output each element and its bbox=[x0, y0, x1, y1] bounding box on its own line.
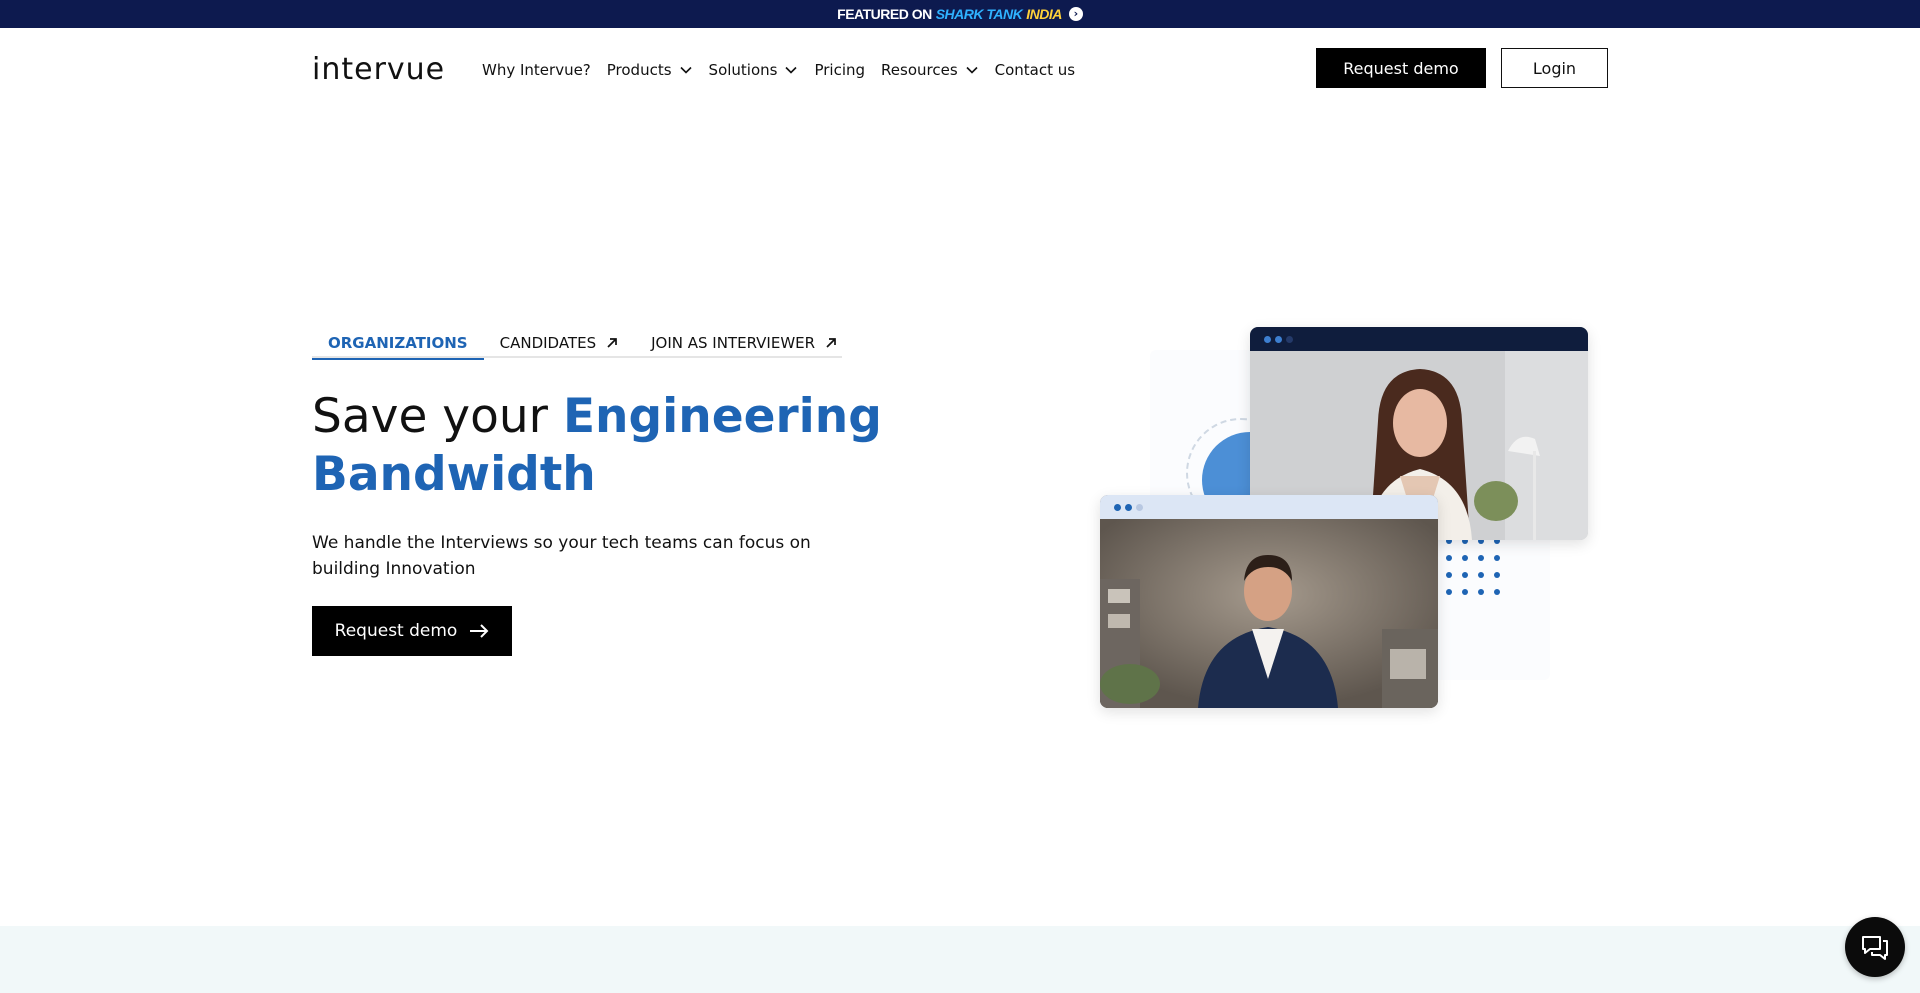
shark-tank-banner[interactable]: FEATURED ON SHARK TANK INDIA › bbox=[0, 0, 1920, 28]
intervue-logo[interactable]: intervue bbox=[312, 51, 446, 87]
nav-label: Solutions bbox=[708, 61, 778, 79]
tab-organizations[interactable]: ORGANIZATIONS bbox=[312, 328, 484, 360]
tab-candidates[interactable]: CANDIDATES bbox=[484, 328, 635, 358]
request-demo-button-hero[interactable]: Request demo bbox=[312, 606, 512, 656]
main-nav: Why Intervue? Products Solutions Pricing… bbox=[482, 58, 1091, 82]
arrow-up-right-icon bbox=[607, 338, 617, 348]
chat-bubbles-icon bbox=[1862, 936, 1888, 960]
chevron-down-icon bbox=[785, 66, 798, 74]
nav-label: Contact us bbox=[994, 61, 1076, 79]
tab-label: JOIN AS INTERVIEWER bbox=[651, 334, 816, 352]
hero-title-plain: Save your bbox=[312, 389, 563, 444]
window-titlebar bbox=[1250, 327, 1588, 351]
tab-join-as-interviewer[interactable]: JOIN AS INTERVIEWER bbox=[635, 328, 854, 358]
cta-label: Request demo bbox=[334, 621, 458, 641]
next-section-band bbox=[0, 926, 1920, 993]
hero-subtitle: We handle the Interviews so your tech te… bbox=[312, 533, 811, 579]
logo-text: intervue bbox=[312, 51, 446, 87]
window-titlebar bbox=[1100, 495, 1438, 519]
hero-title: Save your Engineering Bandwidth bbox=[312, 388, 892, 504]
video-window-candidate bbox=[1100, 495, 1438, 708]
man-video-image bbox=[1100, 519, 1438, 708]
chevron-down-icon bbox=[679, 66, 692, 74]
login-button[interactable]: Login bbox=[1501, 48, 1608, 88]
hero-illustration bbox=[1090, 320, 1610, 720]
chat-launcher-button[interactable] bbox=[1845, 917, 1905, 977]
nav-label: Why Intervue? bbox=[482, 61, 591, 79]
nav-products[interactable]: Products bbox=[607, 61, 693, 79]
arrow-up-right-icon bbox=[826, 338, 836, 348]
nav-resources[interactable]: Resources bbox=[881, 61, 979, 79]
arrow-right-icon bbox=[470, 624, 489, 638]
nav-solutions[interactable]: Solutions bbox=[709, 61, 799, 79]
banner-shark-tank: SHARK TANK bbox=[935, 6, 1023, 22]
nav-contact-us[interactable]: Contact us bbox=[995, 61, 1075, 79]
chevron-down-icon bbox=[966, 66, 978, 74]
tab-label: CANDIDATES bbox=[499, 334, 597, 352]
audience-tabs: ORGANIZATIONS CANDIDATES JOIN AS INTERVI… bbox=[312, 328, 842, 360]
site-header: intervue Why Intervue? Products Solution… bbox=[0, 28, 1920, 112]
banner-india: INDIA bbox=[1026, 6, 1062, 22]
nav-label: Pricing bbox=[814, 61, 866, 79]
nav-pricing[interactable]: Pricing bbox=[814, 61, 865, 79]
nav-label: Products bbox=[606, 61, 672, 79]
decorative-dot-grid bbox=[1446, 538, 1506, 618]
arrow-right-circle-icon: › bbox=[1068, 7, 1083, 21]
nav-why-intervue[interactable]: Why Intervue? bbox=[482, 61, 591, 79]
tab-label: ORGANIZATIONS bbox=[328, 334, 468, 352]
banner-featured-on: FEATURED ON bbox=[837, 6, 932, 22]
request-demo-button-header[interactable]: Request demo bbox=[1316, 48, 1486, 88]
nav-label: Resources bbox=[881, 61, 958, 79]
